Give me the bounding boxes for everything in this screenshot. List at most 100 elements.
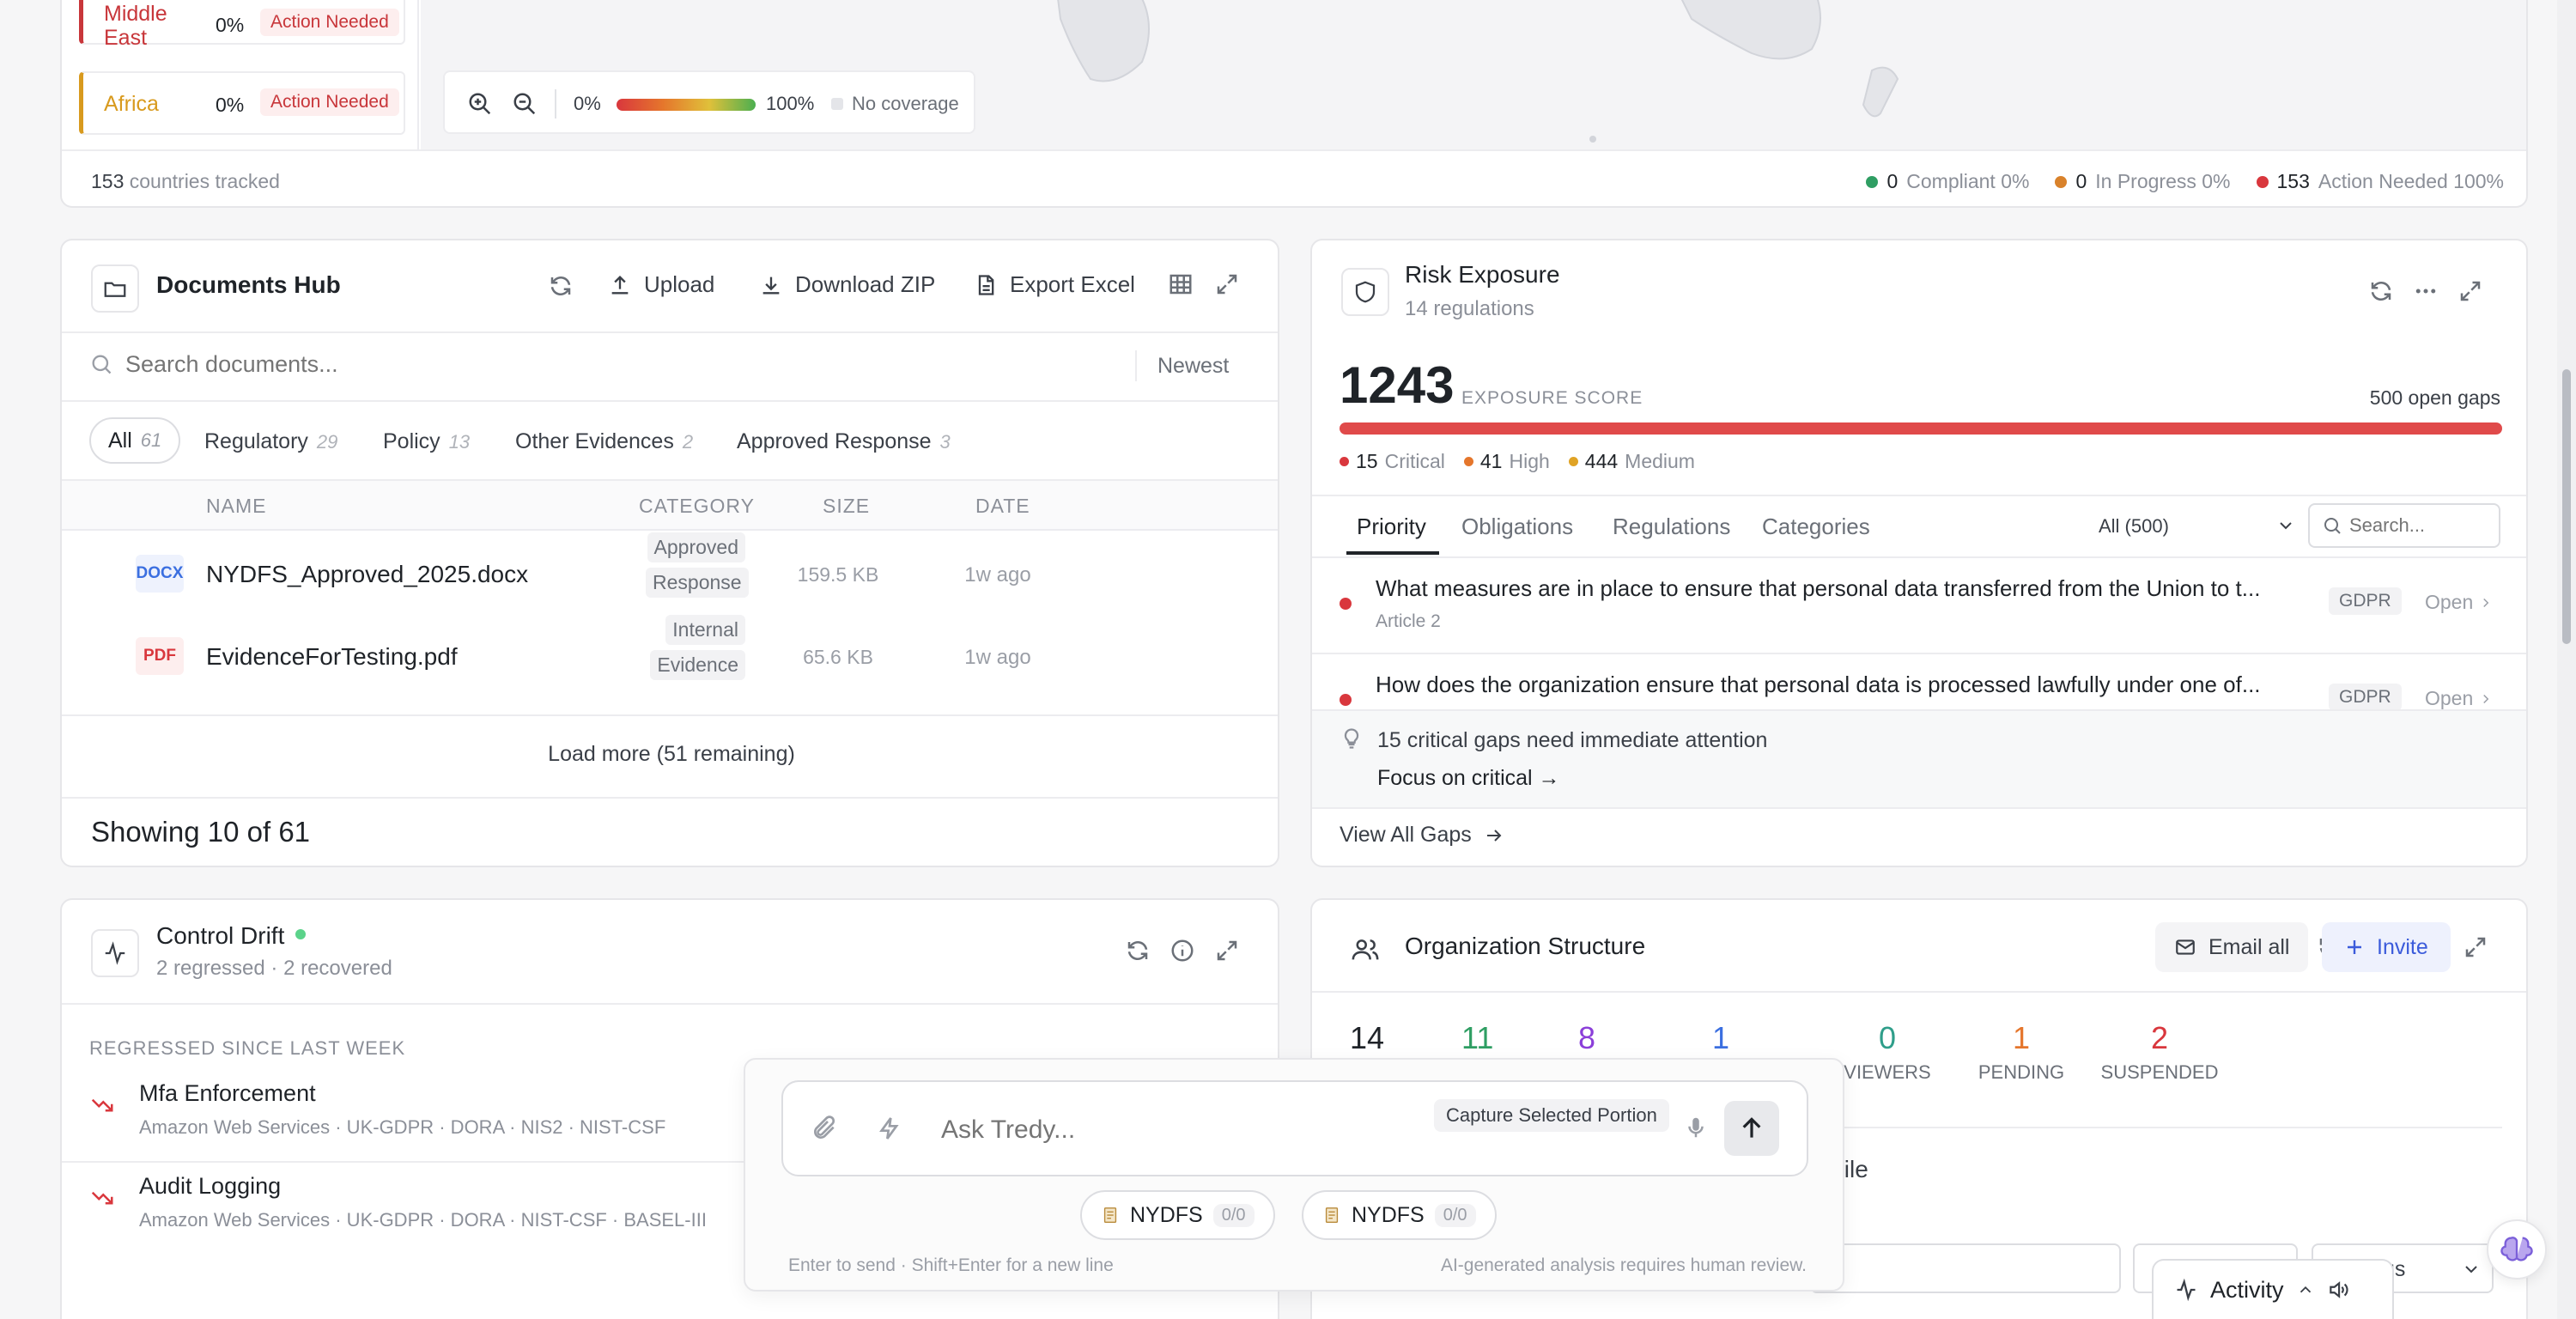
gap-open-link[interactable]: Open	[2425, 591, 2494, 614]
chat-input-box[interactable]: Capture Selected Portion	[781, 1080, 1808, 1176]
activity-toggle[interactable]: Activity	[2152, 1259, 2394, 1319]
stat-label: In Progress 0%	[2095, 170, 2231, 192]
gap-open-link[interactable]: Open	[2425, 687, 2494, 709]
filter-count: 61	[140, 429, 162, 451]
document-icon	[1101, 1206, 1120, 1225]
active-tab-indicator	[1346, 551, 1439, 555]
gap-article: Article 2	[1376, 611, 1441, 631]
tab-obligations[interactable]: Obligations	[1461, 514, 1573, 540]
countries-label: countries tracked	[129, 170, 280, 192]
hint-text: 15 critical gaps need immediate attentio…	[1377, 728, 1768, 752]
export-excel-button[interactable]: Export Excel	[974, 271, 1135, 298]
table-view-icon[interactable]	[1168, 271, 1194, 297]
search-icon	[2322, 515, 2342, 536]
org-stat-value: 1	[1712, 1020, 1730, 1055]
invite-label: Invite	[2377, 934, 2428, 959]
zoom-out-icon[interactable]	[512, 91, 538, 117]
info-icon[interactable]	[1170, 938, 1195, 963]
region-item-africa[interactable]: Africa 0% Action Needed	[79, 71, 405, 135]
category-line: Internal	[665, 615, 745, 645]
speaker-icon[interactable]	[2327, 1279, 2349, 1301]
zoom-in-icon[interactable]	[467, 91, 493, 117]
lightning-icon[interactable]	[876, 1115, 903, 1142]
filter-label: Policy	[383, 429, 440, 453]
more-icon[interactable]	[2413, 278, 2439, 304]
filter-tab-other-evidences[interactable]: Other Evidences 2	[515, 429, 693, 454]
filter-tab-approved-response[interactable]: Approved Response 3	[737, 429, 951, 454]
filter-tab-policy[interactable]: Policy 13	[383, 429, 470, 454]
org-stat-value: 1	[2012, 1020, 2031, 1055]
column-header-size[interactable]: SIZE	[823, 495, 870, 518]
table-row[interactable]: PDF EvidenceForTesting.pdf Internal Evid…	[62, 615, 1278, 697]
table-row[interactable]: DOCX NYDFS_Approved_2025.docx Approved R…	[62, 532, 1278, 615]
document-name[interactable]: NYDFS_Approved_2025.docx	[206, 561, 528, 588]
context-chip[interactable]: NYDFS 0/0	[1080, 1190, 1275, 1240]
sort-dropdown[interactable]: Newest	[1157, 354, 1229, 379]
upload-button[interactable]: Upload	[608, 271, 714, 298]
open-gaps-count: 500 open gaps	[2369, 386, 2500, 409]
regulation-tag: GDPR	[2329, 587, 2402, 615]
region-item-middle-east[interactable]: Middle East 0% Action Needed	[79, 0, 405, 50]
scrollbar-thumb[interactable]	[2562, 369, 2571, 644]
tab-regulations[interactable]: Regulations	[1613, 514, 1730, 540]
coverage-gradient	[617, 99, 756, 111]
chip-count: 0/0	[1212, 1203, 1255, 1227]
category-line: Evidence	[650, 650, 745, 680]
expand-icon[interactable]	[1214, 271, 1240, 297]
chip-label: NYDFS	[1130, 1202, 1203, 1227]
invite-button[interactable]: Invite	[2322, 922, 2451, 972]
showing-count: Showing 10 of 61	[91, 816, 311, 848]
document-name[interactable]: EvidenceForTesting.pdf	[206, 643, 458, 671]
map-footer: 153 countries tracked 0 Compliant 0% 0 I…	[62, 149, 2526, 206]
member-search-input[interactable]	[1810, 1243, 2121, 1293]
chevron-down-icon[interactable]	[2275, 515, 2296, 536]
microphone-icon[interactable]	[1683, 1115, 1709, 1140]
focus-critical-link[interactable]: Focus on critical →	[1377, 766, 1560, 791]
gap-search-input[interactable]	[2349, 514, 2487, 538]
brain-icon	[2500, 1237, 2533, 1261]
filter-tab-all[interactable]: All 61	[89, 417, 181, 464]
table-header: NAME CATEGORY SIZE DATE	[62, 481, 1278, 529]
view-all-gaps-link[interactable]: View All Gaps	[1340, 823, 1504, 848]
column-header-name[interactable]: NAME	[206, 495, 266, 518]
control-meta: Amazon Web Services · UK-GDPR · DORA · N…	[139, 1116, 666, 1138]
expand-icon[interactable]	[1214, 938, 1240, 963]
refresh-icon[interactable]	[548, 273, 574, 299]
expand-icon[interactable]	[2458, 278, 2483, 304]
gap-search[interactable]	[2308, 503, 2500, 548]
email-all-button[interactable]: Email all	[2155, 922, 2309, 972]
tab-priority[interactable]: Priority	[1357, 514, 1426, 540]
page-scrollbar[interactable]	[2557, 0, 2576, 1319]
document-size: 159.5 KB	[797, 563, 879, 586]
refresh-icon[interactable]	[1125, 938, 1151, 963]
send-button[interactable]	[1724, 1101, 1779, 1156]
filter-tab-regulatory[interactable]: Regulatory 29	[204, 429, 337, 454]
load-more-button[interactable]: Load more (51 remaining)	[62, 742, 1278, 767]
org-stat-suspended: 2 SUSPENDED	[2095, 1020, 2224, 1084]
org-stat-value: 2	[2150, 1020, 2169, 1055]
org-stat-label: SUSPENDED	[2100, 1061, 2219, 1083]
expand-icon[interactable]	[2463, 934, 2488, 960]
send-hint: Enter to send · Shift+Enter for a new li…	[788, 1255, 1114, 1275]
filter-label: Approved Response	[737, 429, 932, 453]
control-name: Mfa Enforcement	[139, 1080, 316, 1106]
trending-down-icon	[89, 1092, 115, 1118]
status-dot	[2256, 175, 2269, 188]
chat-input[interactable]	[941, 1111, 1422, 1149]
org-stat-label: PENDING	[1978, 1061, 2065, 1083]
column-header-category[interactable]: CATEGORY	[639, 495, 755, 518]
gap-filter-select[interactable]: All (500)	[2099, 515, 2169, 538]
context-chip[interactable]: NYDFS 0/0	[1302, 1190, 1497, 1240]
download-zip-button[interactable]: Download ZIP	[759, 271, 935, 298]
paperclip-icon[interactable]	[811, 1115, 838, 1142]
column-header-date[interactable]: DATE	[975, 495, 1030, 518]
refresh-icon[interactable]	[2368, 278, 2394, 304]
gap-item[interactable]: How does the organization ensure that pe…	[1312, 654, 2526, 709]
capture-selected-button[interactable]: Capture Selected Portion	[1434, 1099, 1669, 1132]
tab-categories[interactable]: Categories	[1762, 514, 1870, 540]
gap-item[interactable]: What measures are in place to ensure tha…	[1312, 558, 2526, 654]
card-subtitle: 2 regressed · 2 recovered	[156, 957, 392, 980]
search-input[interactable]	[125, 347, 1156, 381]
assistant-launcher[interactable]	[2487, 1219, 2547, 1279]
chevron-down-icon	[2461, 1259, 2482, 1279]
